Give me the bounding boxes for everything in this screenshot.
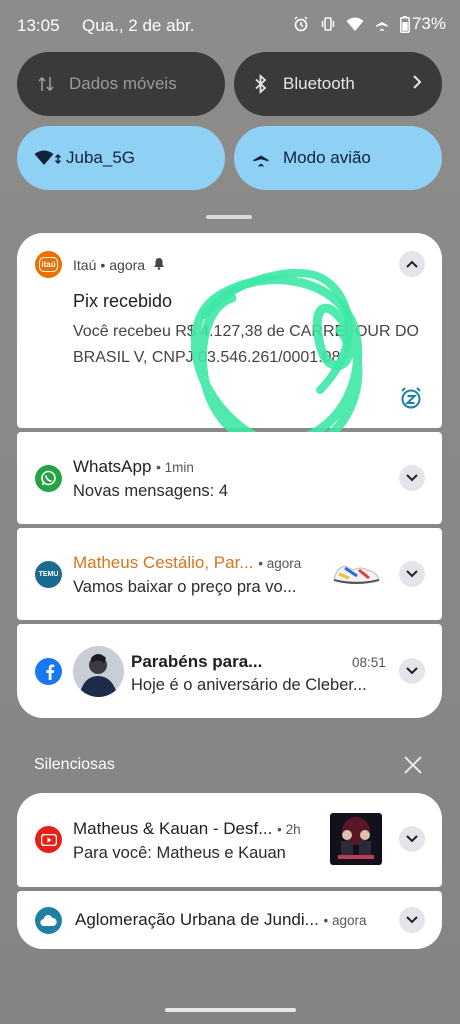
- avatar: [73, 646, 124, 697]
- notification-title: Parabéns para...: [131, 652, 263, 671]
- chevron-down-icon: [406, 911, 418, 929]
- close-icon: [402, 756, 424, 780]
- notification-text: Para você: Matheus e Kauan: [73, 844, 286, 862]
- album-thumbnail: [330, 813, 382, 865]
- notification-temu[interactable]: TEMU Matheus Cestálio, Par... • agora Va…: [17, 528, 442, 620]
- temu-app-icon: TEMU: [35, 561, 62, 588]
- notification-text: Novas mensagens: 4: [73, 482, 229, 500]
- notification-time: agora: [332, 913, 367, 928]
- expand-button[interactable]: [399, 658, 425, 684]
- expand-button[interactable]: [399, 465, 425, 491]
- notification-time: 2h: [285, 822, 301, 837]
- expand-button[interactable]: [399, 561, 425, 587]
- gesture-nav-bar[interactable]: [165, 1008, 296, 1012]
- expand-button[interactable]: [399, 907, 425, 933]
- clear-silent-button[interactable]: [402, 754, 424, 776]
- notification-time: 08:51: [352, 655, 386, 670]
- cloud-app-icon: [35, 907, 62, 934]
- expand-button[interactable]: [399, 826, 425, 852]
- notification-text: Hoje é o aniversário de Cleber...: [131, 676, 367, 694]
- sneaker-thumbnail: [331, 558, 381, 588]
- notification-whatsapp[interactable]: WhatsApp • 1min Novas mensagens: 4: [17, 432, 442, 524]
- notification-title: Aglomeração Urbana de Jundi...: [75, 910, 319, 929]
- app-name: WhatsApp: [73, 457, 152, 476]
- chevron-down-icon: [406, 830, 418, 848]
- section-header-silent: Silenciosas: [34, 756, 115, 773]
- notification-facebook[interactable]: Parabéns para... 08:51 Hoje é o aniversá…: [17, 624, 442, 718]
- notification-aglomeracao[interactable]: Aglomeração Urbana de Jundi... • agora: [17, 891, 442, 949]
- notification-time: 1min: [164, 460, 194, 475]
- chevron-down-icon: [406, 662, 418, 680]
- notification-title: Matheus & Kauan - Desf...: [73, 819, 273, 838]
- notification-text: Vamos baixar o preço pra vo...: [73, 578, 297, 596]
- facebook-app-icon: [35, 658, 62, 685]
- notification-time: agora: [266, 556, 302, 571]
- youtube-app-icon: [35, 826, 62, 853]
- notification-youtube[interactable]: Matheus & Kauan - Desf... • 2h Para você…: [17, 793, 442, 887]
- notification-sender: Matheus Cestálio, Par...: [73, 553, 254, 572]
- whatsapp-app-icon: [35, 465, 62, 492]
- chevron-down-icon: [406, 565, 418, 583]
- chevron-down-icon: [406, 469, 418, 487]
